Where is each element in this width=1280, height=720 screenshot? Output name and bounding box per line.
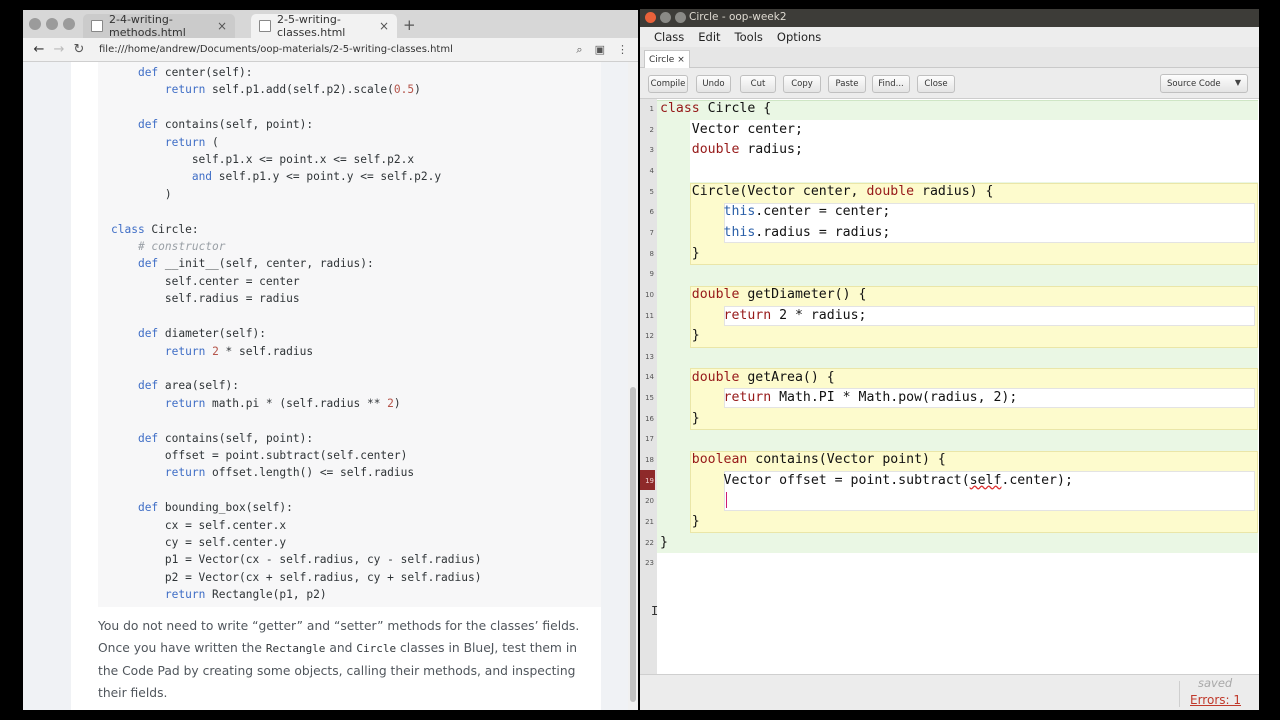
line-number: 13 xyxy=(645,352,654,361)
menu-edit[interactable]: Edit xyxy=(698,30,720,44)
dropdown-arrow-icon: ▼ xyxy=(1234,78,1241,87)
code-editor[interactable]: 1 2 3 4 5 6 7 8 9 10 11 12 13 14 15 16 17 18 19 20 21 22 23 cl… xyxy=(640,99,1259,679)
page-scrollbar[interactable] xyxy=(628,62,638,710)
python-code: def center(self): return self.p1.add(sel… xyxy=(111,66,482,602)
inline-code-circle: Circle xyxy=(356,642,397,655)
new-tab-button[interactable]: + xyxy=(403,16,416,34)
page-content: def center(self): return self.p1.add(sel… xyxy=(23,62,638,710)
bluej-editor-window: Circle - oop-week2 Class Edit Tools Opti… xyxy=(640,9,1259,710)
menu-icon[interactable]: ⋮ xyxy=(617,43,628,57)
window-minimize-button[interactable] xyxy=(660,12,671,23)
scrollbar-thumb[interactable] xyxy=(630,387,636,702)
line-number: 17 xyxy=(645,435,654,444)
window-maximize-button[interactable] xyxy=(63,18,75,30)
page-paragraph: You do not need to write “getter” and “s… xyxy=(98,615,601,704)
paragraph-text: and xyxy=(325,641,357,655)
line-number: 1 xyxy=(649,105,654,113)
errors-link[interactable]: Errors: 1 xyxy=(1190,693,1241,707)
line-number: 15 xyxy=(645,394,654,403)
line-number: 22 xyxy=(645,538,654,547)
page-icon xyxy=(91,20,103,32)
cut-button[interactable]: Cut xyxy=(740,75,776,93)
line-number: 20 xyxy=(645,497,654,506)
paste-button[interactable]: Paste xyxy=(828,75,866,93)
menu-class[interactable]: Class xyxy=(654,30,684,44)
line-number: 23 xyxy=(645,559,654,568)
browser-tab-label: 2-5-writing-classes.html xyxy=(277,13,346,39)
page-icon xyxy=(259,20,271,32)
zoom-icon[interactable]: ⌕ xyxy=(576,43,582,57)
line-number: 21 xyxy=(645,518,654,526)
editor-tab-bar: Circle × xyxy=(640,47,1259,68)
forward-arrow-icon[interactable]: → xyxy=(49,42,69,57)
browser-tab-label: 2-4-writing-methods.html xyxy=(109,13,186,39)
back-arrow-icon[interactable]: ← xyxy=(29,42,49,57)
line-number: 14 xyxy=(645,373,654,382)
editor-titlebar: Circle - oop-week2 xyxy=(640,9,1259,27)
line-number: 4 xyxy=(649,166,654,175)
find-button[interactable]: Find... xyxy=(872,75,910,93)
window-close-button[interactable] xyxy=(645,12,656,23)
view-mode-value: Source Code xyxy=(1167,78,1221,89)
toolbar-right-icons: ⌕ ▣ ⋮ xyxy=(576,43,628,57)
editor-menubar: Class Edit Tools Options xyxy=(640,27,1259,47)
window-controls xyxy=(645,12,686,23)
text-caret xyxy=(726,492,727,508)
line-number: 6 xyxy=(649,208,654,217)
account-icon[interactable]: ▣ xyxy=(595,43,605,57)
menu-tools[interactable]: Tools xyxy=(735,30,763,44)
line-number: 16 xyxy=(645,414,654,423)
line-number: 3 xyxy=(649,146,654,155)
line-number: 9 xyxy=(649,270,654,279)
window-title: Circle - oop-week2 xyxy=(689,11,787,23)
reload-icon[interactable]: ↻ xyxy=(69,42,89,57)
line-number: 5 xyxy=(649,187,654,196)
code-listing: def center(self): return self.p1.add(sel… xyxy=(98,62,601,607)
tab-close-icon[interactable]: × xyxy=(211,19,227,33)
editor-toolbar: Compile Undo Cut Copy Paste Find... Clos… xyxy=(640,68,1259,99)
tab-close-icon[interactable]: × xyxy=(677,55,685,65)
line-number: 12 xyxy=(645,332,654,341)
browser-tab-writing-methods[interactable]: 2-4-writing-methods.html × xyxy=(83,13,235,39)
browser-tab-strip: 2-4-writing-methods.html × 2-5-writing-c… xyxy=(23,10,638,39)
browser-tab-writing-classes[interactable]: 2-5-writing-classes.html × xyxy=(251,13,397,39)
view-mode-select[interactable]: Source Code ▼ xyxy=(1160,74,1248,93)
line-number-gutter[interactable] xyxy=(640,99,657,679)
window-maximize-button[interactable] xyxy=(675,12,686,23)
window-minimize-button[interactable] xyxy=(46,18,58,30)
line-number: 11 xyxy=(645,311,654,320)
copy-button[interactable]: Copy xyxy=(783,75,821,93)
line-number: 19 xyxy=(645,476,654,485)
address-bar[interactable]: file:///home/andrew/Documents/oop-materi… xyxy=(99,44,453,55)
line-number: 2 xyxy=(649,125,654,134)
window-controls xyxy=(29,18,75,30)
saved-status: saved xyxy=(1198,676,1233,690)
compile-button[interactable]: Compile xyxy=(648,75,688,93)
menu-options[interactable]: Options xyxy=(777,30,821,44)
line-number: 18 xyxy=(645,456,654,465)
tab-close-icon[interactable]: × xyxy=(373,19,389,33)
status-divider xyxy=(1179,681,1180,707)
mouse-ibeam-cursor: I xyxy=(651,604,659,618)
editor-status-bar: saved Errors: 1 xyxy=(640,674,1259,710)
close-button[interactable]: Close xyxy=(917,75,955,93)
window-close-button[interactable] xyxy=(29,18,41,30)
line-number: 8 xyxy=(649,249,654,258)
line-number: 10 xyxy=(645,290,654,299)
page-left-margin xyxy=(23,62,71,710)
page-right-margin xyxy=(601,62,628,710)
browser-window: 2-4-writing-methods.html × 2-5-writing-c… xyxy=(23,10,638,710)
inline-code-rectangle: Rectangle xyxy=(265,642,326,655)
undo-button[interactable]: Undo xyxy=(696,75,731,93)
java-code[interactable]: class Circle { Vector center; double rad… xyxy=(660,99,1073,553)
tab-label: Circle xyxy=(649,54,675,65)
browser-toolbar: ← → ↻ file:///home/andrew/Documents/oop-… xyxy=(23,38,638,62)
tab-circle[interactable]: Circle × xyxy=(644,50,690,68)
line-number: 7 xyxy=(649,228,654,237)
